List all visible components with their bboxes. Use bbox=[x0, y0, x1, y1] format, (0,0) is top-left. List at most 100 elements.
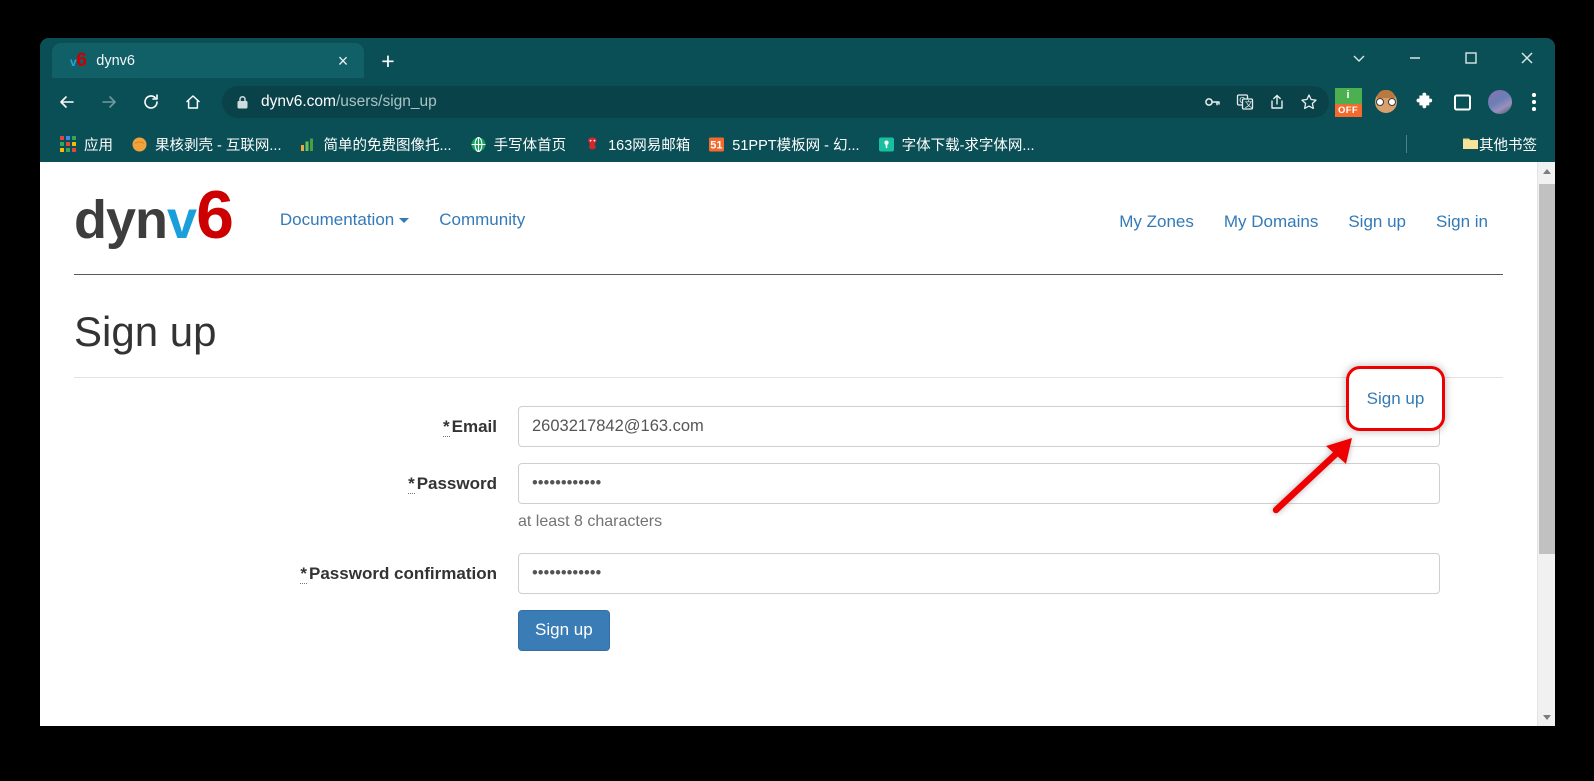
bookmarks-bar: 应用 果核剥壳 - 互联网... 简单的免费图像托... 手写体首页 163网易 bbox=[40, 126, 1555, 162]
bookmark-apps[interactable]: 应用 bbox=[52, 131, 121, 157]
reload-icon[interactable] bbox=[133, 84, 169, 120]
forward-arrow-icon bbox=[91, 84, 127, 120]
bookmark-label: 应用 bbox=[84, 137, 113, 154]
account-nav: My Zones My Domains Sign up Sign in bbox=[1104, 202, 1503, 242]
bookmark-label: 163网易邮箱 bbox=[608, 137, 691, 154]
close-icon[interactable]: × bbox=[330, 48, 356, 74]
url-path: /users/sign_up bbox=[335, 93, 437, 110]
folder-icon bbox=[1462, 136, 1479, 153]
svg-text:51: 51 bbox=[711, 139, 723, 151]
back-arrow-icon[interactable] bbox=[49, 84, 85, 120]
scroll-down-arrow-icon[interactable] bbox=[1538, 708, 1555, 726]
nav-item-sign-in[interactable]: Sign in bbox=[1421, 202, 1503, 242]
sidebar-panel-icon[interactable] bbox=[1443, 83, 1481, 121]
avatar[interactable] bbox=[1481, 83, 1519, 121]
three-dot-menu-icon[interactable] bbox=[1519, 83, 1549, 121]
sign-up-submit-button[interactable]: Sign up bbox=[518, 610, 610, 651]
bookmark-handwriting[interactable]: 手写体首页 bbox=[462, 131, 575, 157]
close-window-icon[interactable] bbox=[1499, 38, 1555, 78]
bookmark-font-download[interactable]: 字体下载-求字体网... bbox=[870, 131, 1043, 157]
bookmark-image-host[interactable]: 简单的免费图像托... bbox=[291, 131, 459, 157]
url-domain: dynv6.com bbox=[261, 93, 336, 110]
v6-favicon: v6 bbox=[70, 50, 87, 71]
maximize-icon[interactable] bbox=[1443, 38, 1499, 78]
annotation-arrow-icon bbox=[1272, 438, 1352, 514]
bookmark-guohe[interactable]: 果核剥壳 - 互联网... bbox=[123, 131, 289, 157]
orange-circle-favicon bbox=[131, 136, 148, 153]
primary-nav: Documentation Community bbox=[265, 200, 540, 240]
svg-text:文: 文 bbox=[1245, 99, 1253, 109]
home-icon[interactable] bbox=[175, 84, 211, 120]
nav-item-my-domains[interactable]: My Domains bbox=[1209, 202, 1333, 242]
label-text: Password bbox=[416, 474, 497, 494]
bookmark-label: 51PPT模板网 - 幻... bbox=[732, 137, 860, 154]
omnibox-actions: G文 bbox=[1197, 86, 1325, 118]
form-row-password-confirmation: * Password confirmation bbox=[40, 553, 1537, 595]
browser-tab-dynv6[interactable]: v6 dynv6 × bbox=[52, 43, 364, 78]
glasses-avatar-icon[interactable] bbox=[1367, 83, 1405, 121]
off-extension-badge-top: i bbox=[1334, 87, 1362, 104]
bar-chart-favicon bbox=[299, 136, 316, 153]
bookmark-label: 手写体首页 bbox=[493, 137, 567, 154]
netease-favicon bbox=[584, 136, 601, 153]
page-title: Sign up bbox=[74, 308, 217, 355]
logo-part-6: 6 bbox=[196, 177, 234, 253]
tab-search-icon[interactable] bbox=[1331, 38, 1387, 78]
password-key-icon[interactable] bbox=[1197, 86, 1229, 118]
required-marker: * bbox=[408, 474, 415, 495]
new-tab-button[interactable]: + bbox=[374, 47, 402, 75]
bookmark-label: 字体下载-求字体网... bbox=[901, 137, 1035, 154]
logo-part-dyn: dyn bbox=[74, 190, 168, 250]
title-divider bbox=[74, 377, 1503, 379]
globe-favicon bbox=[470, 136, 487, 153]
scrollbar-thumb[interactable] bbox=[1539, 184, 1555, 554]
dynv6-logo[interactable]: dynv6 bbox=[74, 181, 234, 250]
other-bookmarks-button[interactable]: 其他书签 bbox=[1454, 131, 1545, 157]
bookmark-label: 果核剥壳 - 互联网... bbox=[155, 137, 282, 154]
bookmark-star-icon[interactable] bbox=[1293, 86, 1325, 118]
annotation-highlight-label[interactable]: Sign up bbox=[1349, 369, 1442, 428]
bookmark-label: 简单的免费图像托... bbox=[323, 137, 452, 154]
password-label: * Password bbox=[40, 463, 518, 495]
apps-grid-icon bbox=[60, 135, 77, 153]
tab-title: dynv6 bbox=[96, 52, 135, 69]
share-icon[interactable] bbox=[1261, 86, 1293, 118]
other-bookmarks-label: 其他书签 bbox=[1479, 137, 1537, 154]
nav-item-my-zones[interactable]: My Zones bbox=[1104, 202, 1209, 242]
required-marker: * bbox=[443, 417, 450, 438]
off-extension-icon[interactable]: i OFF bbox=[1329, 83, 1367, 121]
nav-item-documentation[interactable]: Documentation bbox=[265, 200, 424, 240]
tab-strip: v6 dynv6 × + bbox=[40, 38, 1555, 78]
window-controls bbox=[1331, 38, 1555, 78]
password-confirmation-label: * Password confirmation bbox=[40, 553, 518, 585]
scroll-up-arrow-icon[interactable] bbox=[1538, 162, 1555, 180]
extension-icons: i OFF bbox=[1329, 83, 1555, 121]
annotation-highlight-box: Sign up bbox=[1346, 366, 1445, 431]
header-divider bbox=[74, 274, 1503, 275]
vertical-scrollbar[interactable] bbox=[1537, 162, 1555, 726]
puzzle-extension-icon[interactable] bbox=[1405, 83, 1443, 121]
51-favicon: 51 bbox=[708, 136, 725, 153]
nav-item-community[interactable]: Community bbox=[424, 200, 540, 240]
password-confirmation-field[interactable] bbox=[518, 553, 1440, 595]
label-text: Password confirmation bbox=[309, 564, 497, 584]
chevron-down-icon bbox=[399, 218, 410, 224]
form-row-submit: Sign up bbox=[40, 610, 1537, 651]
nav-item-sign-up[interactable]: Sign up bbox=[1333, 202, 1421, 242]
browser-window: v6 dynv6 × + dynv6.com/users/sign_up 文 i… bbox=[40, 38, 1555, 726]
bookmark-51ppt[interactable]: 51 51PPT模板网 - 幻... bbox=[700, 131, 867, 157]
off-extension-badge-bottom: OFF bbox=[1334, 103, 1362, 117]
site-header: dynv6 Documentation Community My Zones M… bbox=[74, 162, 1503, 274]
page-viewport: dynv6 Documentation Community My Zones M… bbox=[40, 162, 1555, 726]
teal-pin-favicon bbox=[878, 136, 895, 153]
bookmarks-separator bbox=[1406, 135, 1407, 153]
translate-icon[interactable]: G文 bbox=[1229, 86, 1261, 118]
email-label: * Email bbox=[40, 406, 518, 438]
minimize-icon[interactable] bbox=[1387, 38, 1443, 78]
submit-spacer bbox=[40, 610, 518, 650]
nav-label: Documentation bbox=[279, 210, 395, 229]
label-text: Email bbox=[451, 417, 497, 437]
address-bar[interactable]: dynv6.com/users/sign_up G文 bbox=[222, 86, 1329, 118]
url-text: dynv6.com/users/sign_up bbox=[261, 93, 437, 111]
bookmark-163-mail[interactable]: 163网易邮箱 bbox=[576, 131, 698, 157]
